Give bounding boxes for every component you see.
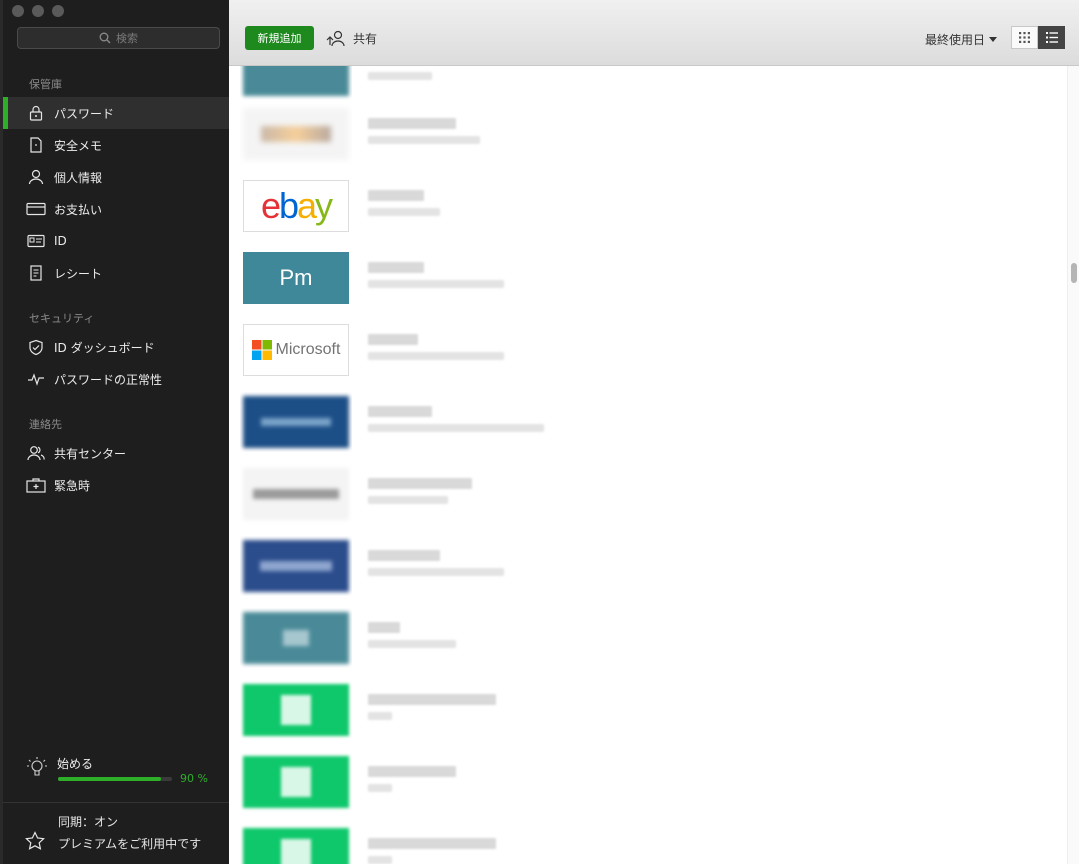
sidebar-item-label: お支払い bbox=[54, 202, 103, 217]
sidebar-item-ids[interactable]: ID bbox=[3, 225, 229, 257]
receipt-icon bbox=[26, 263, 46, 283]
share-button[interactable]: 共有 bbox=[325, 29, 377, 47]
grid-view-button[interactable] bbox=[1011, 26, 1038, 49]
sidebar: 検索 保管庫 パスワード 安全メモ 個人情報 お支払い ID レシート セキュリ… bbox=[0, 0, 229, 864]
sidebar-item-label: 共有センター bbox=[54, 446, 127, 461]
list-icon bbox=[1045, 32, 1058, 43]
sidebar-item-label: 安全メモ bbox=[54, 138, 103, 153]
chevron-down-icon bbox=[989, 37, 998, 42]
lightbulb-icon bbox=[27, 757, 47, 776]
share-icon bbox=[326, 30, 345, 47]
getting-started-panel[interactable]: 始める 90 % bbox=[25, 753, 215, 793]
note-icon bbox=[26, 135, 46, 155]
sidebar-item-passwords[interactable]: パスワード bbox=[3, 97, 229, 129]
section-heading-security: セキュリティ bbox=[29, 312, 95, 325]
entry-logo bbox=[240, 66, 352, 100]
sidebar-item-label: パスワードの正常性 bbox=[54, 372, 163, 387]
list-item[interactable] bbox=[240, 536, 1050, 598]
id-card-icon bbox=[26, 231, 46, 251]
list-view-button[interactable] bbox=[1038, 26, 1065, 49]
pulse-icon bbox=[26, 369, 46, 389]
shield-icon bbox=[26, 337, 46, 357]
list-item[interactable] bbox=[240, 392, 1050, 454]
sidebar-item-label: 緊急時 bbox=[54, 478, 91, 493]
list-item[interactable] bbox=[240, 464, 1050, 526]
list-item[interactable] bbox=[240, 824, 1050, 864]
sidebar-item-label: 個人情報 bbox=[54, 170, 103, 185]
list-item[interactable] bbox=[240, 680, 1050, 742]
list-item[interactable]: Pm bbox=[240, 248, 1050, 310]
section-heading-vault: 保管庫 bbox=[29, 78, 62, 91]
list-item[interactable] bbox=[240, 104, 1050, 166]
entry-logo bbox=[240, 680, 352, 740]
section-heading-contacts: 連絡先 bbox=[29, 418, 62, 431]
main-content: 新規追加 共有 最終使用日 e b a y Pm Microsoft bbox=[229, 0, 1079, 864]
toolbar: 新規追加 共有 最終使用日 bbox=[229, 0, 1079, 66]
view-toggle bbox=[1011, 26, 1065, 49]
sidebar-item-label: レシート bbox=[54, 266, 103, 281]
password-list: ebay Pm Microsoft bbox=[229, 66, 1064, 864]
entry-logo bbox=[240, 464, 352, 524]
people-icon bbox=[26, 443, 46, 463]
list-item[interactable]: Microsoft bbox=[240, 320, 1050, 382]
sync-status: 同期：オン bbox=[58, 815, 119, 829]
star-icon bbox=[25, 831, 45, 850]
entry-logo bbox=[240, 104, 352, 164]
person-icon bbox=[26, 167, 46, 187]
add-new-button[interactable]: 新規追加 bbox=[245, 26, 314, 50]
entry-logo bbox=[240, 608, 352, 668]
sidebar-item-emergency[interactable]: 緊急時 bbox=[3, 469, 229, 501]
entry-logo bbox=[240, 536, 352, 596]
close-window-button[interactable] bbox=[12, 5, 24, 17]
pm-logo: Pm bbox=[240, 248, 352, 308]
sidebar-item-label: ID ダッシュボード bbox=[54, 340, 155, 355]
premium-status[interactable]: プレミアムをご利用中です bbox=[58, 835, 201, 852]
scrollbar-thumb[interactable] bbox=[1071, 263, 1077, 283]
list-item[interactable] bbox=[240, 752, 1050, 814]
sidebar-item-receipts[interactable]: レシート bbox=[3, 257, 229, 289]
scrollbar[interactable] bbox=[1067, 66, 1079, 864]
ebay-logo: ebay bbox=[240, 176, 352, 236]
sort-dropdown[interactable]: 最終使用日 bbox=[925, 31, 998, 48]
sync-footer: 同期：オン プレミアムをご利用中です bbox=[3, 802, 229, 864]
zoom-window-button[interactable] bbox=[52, 5, 64, 17]
sidebar-item-payments[interactable]: お支払い bbox=[3, 193, 229, 225]
sidebar-item-id-dashboard[interactable]: ID ダッシュボード bbox=[3, 331, 229, 363]
list-item[interactable] bbox=[240, 66, 1050, 102]
list-item[interactable] bbox=[240, 608, 1050, 670]
sidebar-item-sharing-center[interactable]: 共有センター bbox=[3, 437, 229, 469]
microsoft-icon bbox=[251, 340, 272, 360]
share-label: 共有 bbox=[353, 31, 378, 46]
entry-logo bbox=[240, 752, 352, 812]
search-input[interactable]: 検索 bbox=[17, 27, 220, 49]
sort-label: 最終使用日 bbox=[925, 33, 986, 47]
search-icon bbox=[99, 32, 111, 44]
sidebar-item-personal-info[interactable]: 個人情報 bbox=[3, 161, 229, 193]
getting-started-label: 始める bbox=[57, 757, 94, 771]
getting-started-progress-bar bbox=[58, 777, 172, 781]
entry-logo bbox=[240, 824, 352, 864]
search-placeholder: 検索 bbox=[116, 32, 138, 45]
card-icon bbox=[26, 199, 46, 219]
first-aid-icon bbox=[26, 475, 46, 495]
minimize-window-button[interactable] bbox=[32, 5, 44, 17]
microsoft-logo: Microsoft bbox=[240, 320, 352, 380]
sidebar-item-secure-notes[interactable]: 安全メモ bbox=[3, 129, 229, 161]
sidebar-item-password-health[interactable]: パスワードの正常性 bbox=[3, 363, 229, 395]
list-item[interactable]: ebay bbox=[240, 176, 1050, 238]
entry-logo bbox=[240, 392, 352, 452]
grid-icon bbox=[1019, 32, 1030, 43]
getting-started-progress-fill bbox=[58, 777, 161, 781]
sidebar-item-label: パスワード bbox=[54, 106, 115, 121]
getting-started-percent: 90 % bbox=[180, 772, 208, 785]
lock-icon bbox=[26, 103, 46, 123]
sidebar-item-label: ID bbox=[54, 234, 67, 248]
